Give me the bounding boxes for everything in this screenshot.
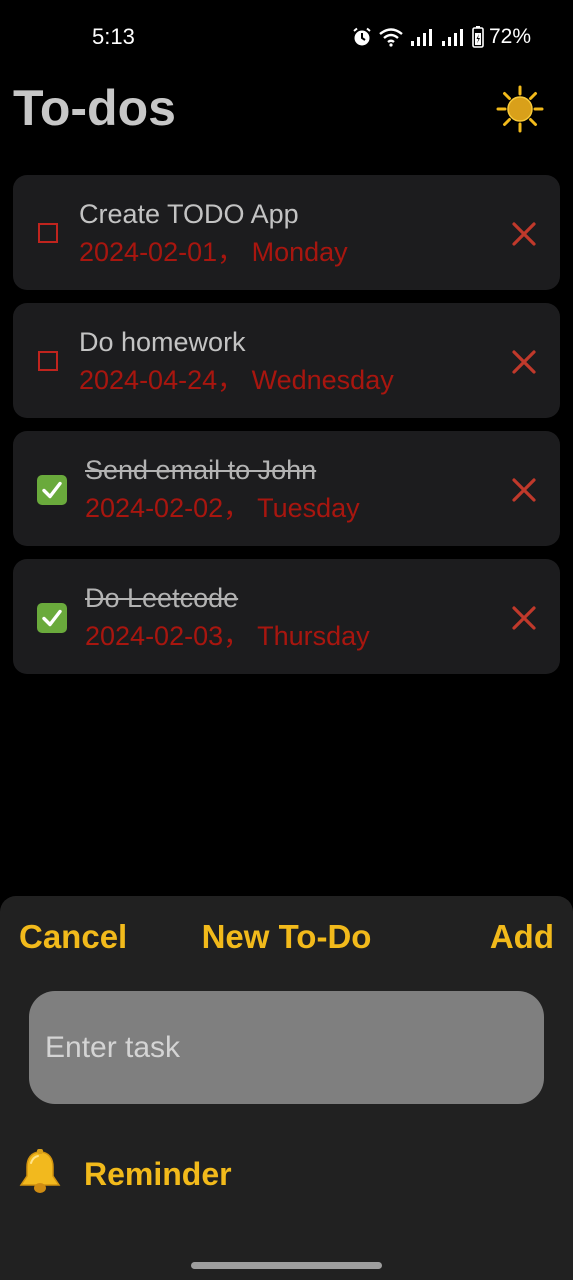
checkbox-checked-icon[interactable]	[37, 603, 67, 633]
delete-icon[interactable]	[510, 220, 538, 248]
signal-icon-2	[441, 27, 465, 47]
status-time: 5:13	[92, 24, 135, 49]
home-indicator[interactable]	[191, 1262, 382, 1269]
todo-title: Create TODO App	[79, 199, 299, 229]
todo-item[interactable]: Send email to John 2024-02-02， Tuesday	[13, 431, 560, 546]
delete-icon[interactable]	[510, 348, 538, 376]
task-input[interactable]	[29, 991, 544, 1104]
todo-date: 2024-04-24， Wednesday	[79, 365, 394, 395]
todo-title: Do Leetcode	[85, 583, 239, 613]
add-button[interactable]: Add	[490, 916, 554, 958]
battery-icon	[472, 26, 484, 48]
reminder-label: Reminder	[84, 1155, 232, 1192]
todo-item[interactable]: Do Leetcode 2024-02-03， Thursday	[13, 559, 560, 674]
new-todo-sheet: Cancel New To-Do Add Reminder	[0, 896, 573, 1280]
reminder-button[interactable]: Reminder	[16, 1148, 232, 1200]
checkbox-unchecked-icon[interactable]	[38, 351, 58, 371]
status-bar: 5:13 72%	[0, 0, 573, 74]
todo-item[interactable]: Create TODO App 2024-02-01， Monday	[13, 175, 560, 290]
todo-list: Create TODO App 2024-02-01， Monday Do ho…	[13, 175, 560, 687]
signal-icon	[410, 27, 434, 47]
delete-icon[interactable]	[510, 604, 538, 632]
todo-date: 2024-02-01， Monday	[79, 237, 348, 267]
bell-icon	[16, 1148, 64, 1201]
todo-item[interactable]: Do homework 2024-04-24， Wednesday	[13, 303, 560, 418]
checkbox-unchecked-icon[interactable]	[38, 223, 58, 243]
todo-title: Do homework	[79, 327, 246, 357]
alarm-icon	[352, 27, 372, 47]
todo-date: 2024-02-03， Thursday	[85, 621, 370, 651]
wifi-icon	[379, 27, 403, 47]
todo-title: Send email to John	[85, 455, 317, 485]
sun-icon[interactable]	[496, 85, 544, 133]
todo-date: 2024-02-02， Tuesday	[85, 493, 360, 523]
sheet-title: New To-Do	[201, 918, 372, 955]
checkbox-checked-icon[interactable]	[37, 475, 67, 505]
delete-icon[interactable]	[510, 476, 538, 504]
battery-percentage: 72%	[488, 25, 531, 48]
status-icons: 72%	[352, 24, 531, 50]
page-title: To-dos	[13, 80, 176, 136]
